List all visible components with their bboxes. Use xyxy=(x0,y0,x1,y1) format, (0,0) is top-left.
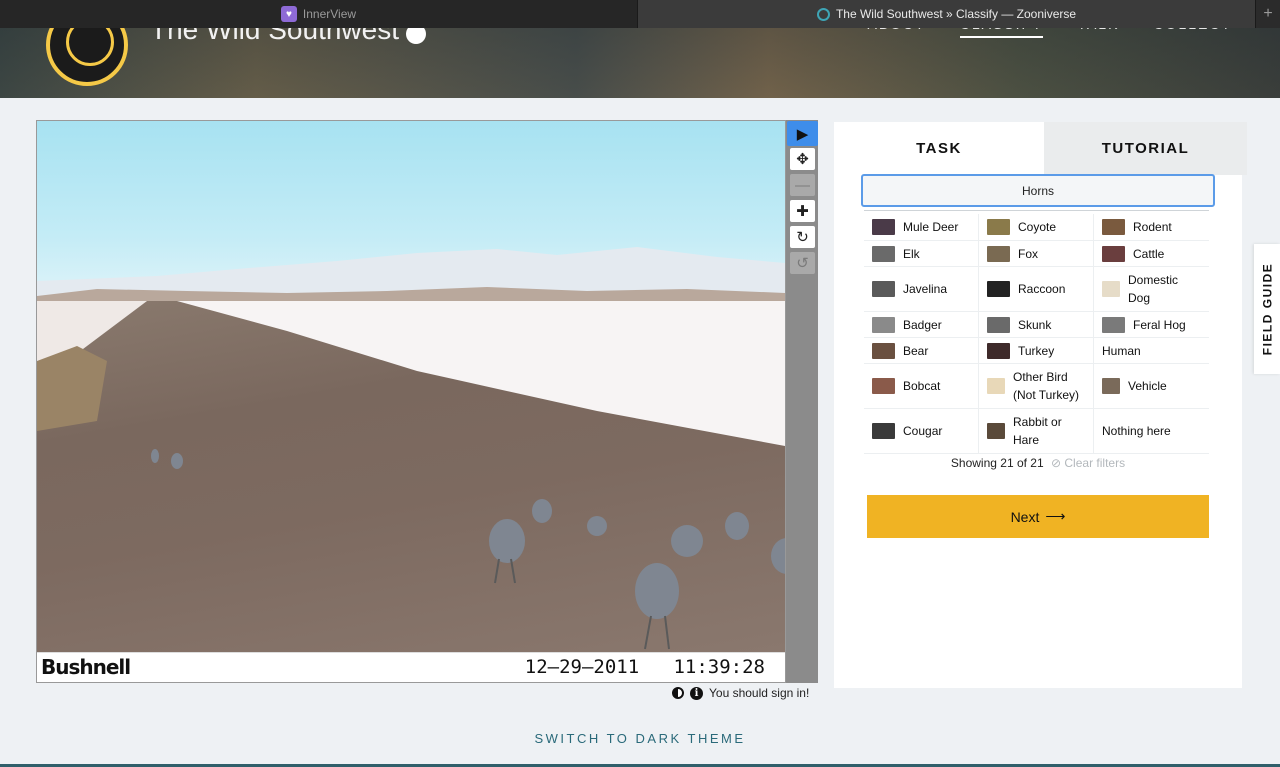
project-nav: ABOUT CLASSIFY TALK COLLECT xyxy=(868,28,1233,38)
verified-badge-icon xyxy=(406,28,426,44)
thumbnail xyxy=(872,378,895,394)
thumbnail xyxy=(872,219,895,235)
thumbnail xyxy=(987,316,1010,333)
subject-image-ground xyxy=(37,301,785,653)
field-guide-button[interactable]: FIELD GUIDE xyxy=(1254,244,1280,374)
choice-bear[interactable]: Bear xyxy=(864,338,979,364)
subject-viewer[interactable]: Bushnell 12–29–2011 11:39:28 xyxy=(36,120,786,683)
thumbnail xyxy=(987,281,1010,297)
rotate-icon[interactable]: ↻ xyxy=(790,226,815,248)
info-icon[interactable]: i xyxy=(690,686,703,700)
viewer-meta: i You should sign in! xyxy=(672,686,809,700)
nav-classify[interactable]: CLASSIFY xyxy=(959,28,1044,38)
choice-raccoon[interactable]: Raccoon xyxy=(979,267,1094,312)
switch-dark-theme-button[interactable]: SWITCH TO DARK THEME xyxy=(0,731,1280,746)
thumbnail xyxy=(872,281,895,297)
move-icon[interactable]: ✥ xyxy=(790,148,815,170)
choice-cattle[interactable]: Cattle xyxy=(1094,241,1209,267)
thumbnail xyxy=(872,316,895,333)
thumbnail xyxy=(987,423,1005,439)
browser-tab-title: InnerView xyxy=(302,7,357,21)
choice-coyote[interactable]: Coyote xyxy=(979,214,1094,241)
choice-bobcat[interactable]: Bobcat xyxy=(864,364,979,409)
choice-other-bird[interactable]: Other Bird (Not Turkey) xyxy=(979,364,1094,409)
choice-rodent[interactable]: Rodent xyxy=(1094,214,1209,241)
tab-tutorial[interactable]: TUTORIAL xyxy=(1044,122,1247,175)
thumbnail xyxy=(872,245,895,262)
thumbnail xyxy=(987,378,1005,394)
choice-rabbit-or-hare[interactable]: Rabbit or Hare xyxy=(979,409,1094,454)
browser-tab-title: The Wild Southwest » Classify — Zooniver… xyxy=(835,7,1077,21)
nav-collect[interactable]: COLLECT xyxy=(1153,28,1232,38)
task-panel: TASK TUTORIAL Horns Mule Deer Coyote Rod… xyxy=(834,122,1247,688)
choice-mule-deer[interactable]: Mule Deer xyxy=(864,214,979,241)
thumbnail xyxy=(872,342,895,359)
invert-contrast-icon[interactable] xyxy=(672,687,684,699)
zoom-out-icon[interactable]: — xyxy=(790,174,815,196)
thumbnail xyxy=(1102,245,1125,262)
filter-horns-button[interactable]: Horns xyxy=(861,174,1215,207)
browser-tab-innerview[interactable]: ♥ InnerView xyxy=(0,0,638,28)
subject-image-scene xyxy=(37,301,785,650)
browser-tab-bar: ♥ InnerView The Wild Southwest » Classif… xyxy=(0,0,1280,28)
choice-domestic-dog[interactable]: Domestic Dog xyxy=(1094,267,1209,312)
project-title[interactable]: The Wild Southwest xyxy=(150,28,399,46)
choice-feral-hog[interactable]: Feral Hog xyxy=(1094,312,1209,338)
choice-fox[interactable]: Fox xyxy=(979,241,1094,267)
innerview-favicon-icon: ♥ xyxy=(280,6,297,22)
project-logo[interactable] xyxy=(46,28,128,86)
zoom-in-icon[interactable]: ✚ xyxy=(790,200,815,222)
camera-timestamp: 12–29–2011 11:39:28 xyxy=(524,656,765,678)
project-header: The Wild Southwest ABOUT CLASSIFY TALK C… xyxy=(0,28,1280,98)
new-tab-button[interactable]: + xyxy=(1256,0,1280,28)
thumbnail xyxy=(1102,281,1120,297)
next-button[interactable]: Next ⟶ xyxy=(867,495,1209,538)
thumbnail xyxy=(987,219,1010,235)
choice-nothing-here[interactable]: Nothing here xyxy=(1094,409,1209,454)
camera-brand: Bushnell xyxy=(41,655,131,679)
zooniverse-favicon-icon xyxy=(816,7,830,21)
thumbnail xyxy=(1102,316,1125,333)
sign-in-hint[interactable]: You should sign in! xyxy=(709,686,809,700)
arrow-right-icon: ⟶ xyxy=(1045,508,1066,524)
choice-turkey[interactable]: Turkey xyxy=(979,338,1094,364)
choice-human[interactable]: Human xyxy=(1094,338,1209,364)
task-tabs: TASK TUTORIAL xyxy=(834,122,1247,175)
thumbnail xyxy=(872,423,895,439)
browser-tab-zooniverse[interactable]: The Wild Southwest » Classify — Zooniver… xyxy=(638,0,1256,28)
viewer-toolbar: ▶ ✥ — ✚ ↻ ↺ xyxy=(786,120,818,683)
choice-javelina[interactable]: Javelina xyxy=(864,267,979,312)
nav-about[interactable]: ABOUT xyxy=(868,28,926,38)
choice-cougar[interactable]: Cougar xyxy=(864,409,979,454)
divider xyxy=(864,210,1209,211)
showing-count: Showing 21 of 21 ⊘ Clear filters xyxy=(950,456,1126,470)
choice-badger[interactable]: Badger xyxy=(864,312,979,338)
nav-talk[interactable]: TALK xyxy=(1077,28,1119,38)
camera-caption-bar: Bushnell 12–29–2011 11:39:28 xyxy=(37,652,785,682)
thumbnail xyxy=(987,342,1010,359)
thumbnail xyxy=(987,245,1010,262)
choice-elk[interactable]: Elk xyxy=(864,241,979,267)
thumbnail xyxy=(1102,219,1125,235)
species-choice-grid: Mule Deer Coyote Rodent Elk Fox Cattle J… xyxy=(864,214,1209,454)
pointer-icon[interactable]: ▶ xyxy=(787,121,818,146)
reset-icon[interactable]: ↺ xyxy=(790,252,815,274)
choice-skunk[interactable]: Skunk xyxy=(979,312,1094,338)
choice-vehicle[interactable]: Vehicle xyxy=(1094,364,1209,409)
thumbnail xyxy=(1102,378,1120,394)
tab-task[interactable]: TASK xyxy=(834,122,1044,175)
clear-filters-link[interactable]: ⊘ Clear filters xyxy=(1051,456,1125,470)
